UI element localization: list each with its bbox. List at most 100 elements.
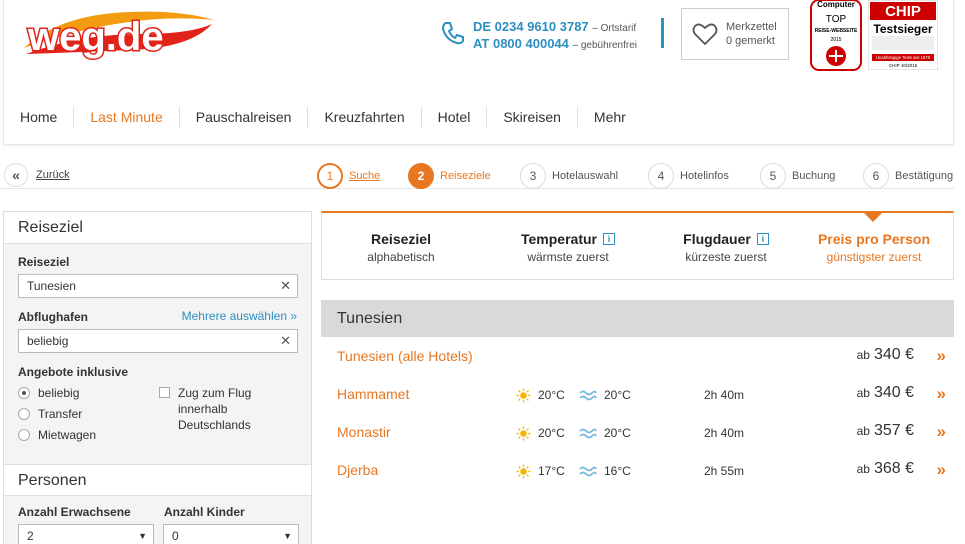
dropdown-arrow-icon: ▼ [138, 531, 147, 541]
result-row[interactable]: Djerba 17°C 16°C 2h 55m ab 368 € » [321, 452, 954, 488]
radio-label: Transfer [38, 407, 83, 421]
nav-hotel[interactable]: Hotel [420, 107, 487, 127]
destination-label: Reiseziel [18, 255, 70, 269]
adults-value: 2 [27, 529, 34, 543]
radio-button[interactable] [18, 408, 30, 420]
adults-select[interactable]: 2 ▼ [18, 524, 154, 544]
air-temperature: 20°C [538, 426, 565, 440]
double-chevron-right-icon[interactable]: » [937, 460, 946, 480]
result-row[interactable]: Monastir 20°C 20°C 2h 40m ab 357 € » [321, 414, 954, 450]
sort-temperatur[interactable]: Temperatur i wärmste zuerst [498, 231, 638, 264]
radio-beliebig[interactable]: beliebig [18, 386, 79, 400]
checkbox-label: Zug zum Flug innerhalb Deutschlands [178, 386, 252, 432]
sort-subtitle: günstigster zuerst [826, 250, 922, 264]
adults-label: Anzahl Erwachsene [18, 505, 131, 519]
computer-bild-badge: Computer TOP REISE-WEBSEITE 2015 [810, 0, 862, 71]
sun-icon [516, 464, 531, 479]
memo-list-button[interactable]: Merkzettel 0 gemerkt [681, 8, 789, 60]
flight-duration: 2h 40m [704, 388, 745, 402]
step-label: Suche [349, 170, 381, 182]
result-row[interactable]: Hammamet 20°C 20°C 2h 40m ab 340 € » [321, 376, 954, 412]
nav-last-minute[interactable]: Last Minute [73, 107, 178, 127]
destination-name[interactable]: Tunesien (alle Hotels) [337, 348, 473, 364]
active-sort-indicator [862, 211, 884, 222]
phone-numbers: DE 0234 9610 3787 – Ortstarif AT 0800 40… [473, 19, 637, 53]
step-label: Buchung [792, 170, 836, 182]
phone-at[interactable]: AT 0800 400044 [473, 36, 569, 51]
step-label: Hotelauswahl [552, 170, 619, 182]
svg-text:CHIP 10/2015: CHIP 10/2015 [889, 63, 918, 68]
step-number: 6 [863, 163, 889, 189]
nav-home[interactable]: Home [4, 107, 73, 127]
sort-preis[interactable]: Preis pro Person günstigster zuerst [806, 231, 942, 264]
destination-name[interactable]: Monastir [337, 424, 391, 440]
header-divider [661, 18, 664, 48]
sort-subtitle: wärmste zuerst [527, 250, 609, 264]
info-icon[interactable]: i [602, 233, 615, 245]
double-chevron-right-icon[interactable]: » [937, 346, 946, 366]
info-icon[interactable]: i [756, 233, 769, 245]
nav-kreuzfahrten[interactable]: Kreuzfahrten [307, 107, 420, 127]
included-offers-label: Angebote inklusive [18, 365, 129, 379]
flight-duration: 2h 40m [704, 426, 745, 440]
water-wave-icon [579, 428, 597, 439]
svg-text:2015: 2015 [830, 37, 841, 43]
site-header: weg.de DE 0234 9610 3787 – Ortstarif AT … [3, 0, 954, 145]
clear-destination-icon[interactable]: ✕ [280, 275, 291, 297]
nav-skireisen[interactable]: Skireisen [486, 107, 577, 127]
destination-value: Tunesien [27, 279, 76, 293]
water-temperature: 20°C [604, 388, 631, 402]
memo-title: Merkzettel [726, 21, 777, 33]
children-label: Anzahl Kinder [164, 505, 245, 519]
radio-button[interactable] [18, 429, 30, 441]
destination-name[interactable]: Hammamet [337, 386, 409, 402]
price: ab 357 € [856, 422, 914, 439]
sort-flugdauer[interactable]: Flugdauer i kürzeste zuerst [656, 231, 796, 264]
back-button[interactable]: « Zurück [4, 163, 70, 187]
checkbox-box[interactable] [159, 387, 170, 398]
step-label: Hotelinfos [680, 170, 729, 182]
train-to-flight-checkbox[interactable]: Zug zum Flug innerhalb Deutschlands [159, 385, 268, 433]
heart-icon [692, 23, 718, 46]
clear-airport-icon[interactable]: ✕ [280, 330, 291, 352]
radio-transfer[interactable]: Transfer [18, 407, 82, 421]
airport-input[interactable]: beliebig ✕ [18, 329, 298, 353]
sun-icon [516, 426, 531, 441]
double-chevron-right-icon[interactable]: » [937, 384, 946, 404]
destination-name[interactable]: Djerba [337, 462, 378, 478]
air-temperature: 20°C [538, 388, 565, 402]
radio-mietwagen[interactable]: Mietwagen [18, 428, 96, 442]
step-number: 3 [520, 163, 546, 189]
double-chevron-right-icon[interactable]: » [937, 422, 946, 442]
children-select[interactable]: 0 ▼ [163, 524, 299, 544]
phone-de[interactable]: DE 0234 9610 3787 [473, 19, 589, 34]
step-hotelinfos: 4 Hotelinfos [648, 163, 729, 189]
step-label: Bestätigung [895, 170, 954, 182]
radio-button-checked[interactable] [18, 387, 30, 399]
back-label: Zurück [36, 169, 70, 181]
nav-mehr[interactable]: Mehr [576, 107, 642, 127]
country-heading: Tunesien [321, 300, 954, 337]
dropdown-arrow-icon: ▼ [283, 531, 292, 541]
double-chevron-left-icon: « [4, 163, 28, 187]
air-temperature: 17°C [538, 464, 565, 478]
step-number: 1 [317, 163, 343, 189]
step-label: Reiseziele [440, 170, 491, 182]
destination-input[interactable]: Tunesien ✕ [18, 274, 298, 298]
airport-label: Abflughafen [18, 310, 88, 324]
sort-title: Flugdauer [683, 231, 751, 247]
svg-text:Testsieger: Testsieger [873, 22, 932, 36]
price: ab 368 € [856, 460, 914, 477]
step-suche[interactable]: 1 Suche [317, 163, 380, 189]
weg-de-logo[interactable]: weg.de [20, 4, 216, 62]
result-row-all-hotels[interactable]: Tunesien (alle Hotels) ab 340 € » [321, 338, 954, 374]
water-temperature: 16°C [604, 464, 631, 478]
water-wave-icon [579, 466, 597, 477]
svg-text:weg.de: weg.de [27, 15, 164, 59]
sort-reiseziel[interactable]: Reiseziel alphabetisch [338, 231, 464, 264]
step-number: 4 [648, 163, 674, 189]
airport-value: beliebig [27, 334, 69, 348]
booking-steps: « Zurück 1 Suche 2 Reiseziele 3 Hotelaus… [0, 160, 965, 192]
nav-pauschalreisen[interactable]: Pauschalreisen [178, 107, 308, 127]
select-multiple-airports-link[interactable]: Mehrere auswählen » [182, 309, 297, 323]
